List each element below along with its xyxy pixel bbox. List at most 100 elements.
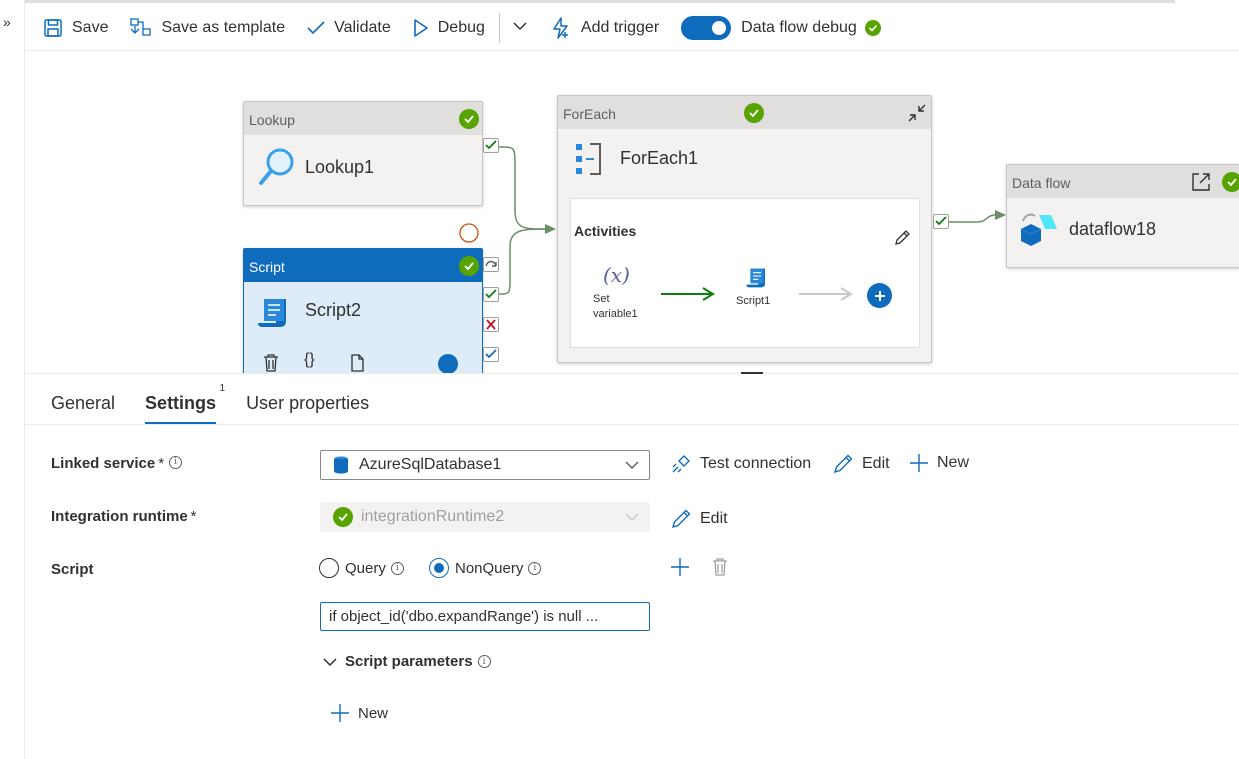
- script-scroll-icon: [746, 268, 765, 288]
- expand-rail-button[interactable]: »: [3, 14, 11, 30]
- set-variable-icon: (x): [603, 263, 630, 287]
- lookup-activity[interactable]: Lookup Lookup1: [243, 101, 483, 206]
- script-parameters-toggle[interactable]: Script parameters i: [322, 653, 491, 670]
- chevron-down-icon: [323, 657, 337, 666]
- copy-icon[interactable]: [348, 353, 366, 373]
- add-trigger-label: Add trigger: [580, 18, 660, 36]
- tab-general-label: General: [51, 393, 116, 413]
- dataflow-debug-toggle[interactable]: [681, 15, 732, 40]
- foreach-success-icon: [744, 103, 764, 123]
- test-connection-button[interactable]: Test connection: [670, 453, 811, 475]
- dataflow-header: Data flow: [1007, 165, 1239, 198]
- validate-button[interactable]: Validate: [307, 12, 391, 44]
- code-braces-icon[interactable]: {}: [304, 351, 315, 369]
- info-icon[interactable]: i: [477, 655, 491, 668]
- dataflow-success-icon: [1222, 172, 1239, 192]
- pencil-icon: [833, 454, 853, 474]
- validate-label: Validate: [334, 18, 391, 36]
- dataflow-name: dataflow18: [1069, 219, 1157, 239]
- script-parameters-label: Script parameters: [345, 653, 473, 670]
- save-as-template-label: Save as template: [161, 18, 286, 36]
- new-parameter-button[interactable]: New: [330, 703, 388, 723]
- tab-settings-badge: 1: [219, 383, 226, 394]
- save-button[interactable]: Save: [43, 12, 108, 44]
- integration-runtime-value: integrationRuntime2: [361, 508, 505, 525]
- script-type-label: Script: [249, 259, 285, 275]
- info-icon[interactable]: i: [169, 455, 183, 469]
- script-label: Script: [51, 561, 94, 578]
- debug-label: Debug: [437, 18, 485, 36]
- open-external-icon[interactable]: [1190, 171, 1212, 193]
- script-skip-port[interactable]: [483, 257, 499, 272]
- test-connection-label: Test connection: [700, 455, 812, 472]
- foreach-type-label: ForEach: [563, 106, 616, 122]
- foreach-activity[interactable]: ForEach ForEach1 Activities (x) Set vari…: [557, 95, 932, 363]
- runtime-ok-icon: [333, 507, 353, 527]
- add-trigger-button[interactable]: Add trigger: [550, 12, 659, 44]
- nonquery-label: NonQuery: [455, 559, 524, 577]
- inner-script-label: Script1: [736, 295, 771, 307]
- tab-user-properties[interactable]: User properties: [246, 393, 369, 424]
- script-completion-port[interactable]: [483, 347, 499, 362]
- foreach-activities-panel[interactable]: Activities (x) Set variable1 Script1: [570, 198, 920, 348]
- toolbar-divider: [498, 12, 500, 43]
- integration-runtime-label-text: Integration runtime: [51, 508, 188, 525]
- required-marker: *: [190, 508, 197, 525]
- pipeline-toolbar: Save Save as template Validate Debug Add…: [25, 5, 1239, 51]
- script-success-icon: [459, 256, 479, 276]
- delete-script-icon[interactable]: [711, 557, 729, 577]
- linked-service-select[interactable]: AzureSqlDatabase1: [320, 450, 650, 480]
- delete-icon[interactable]: [262, 353, 280, 373]
- add-activity-button[interactable]: [867, 283, 892, 308]
- properties-tabs: General Settings 1 User properties: [51, 383, 399, 424]
- dataflow-activity[interactable]: Data flow dataflow18: [1006, 164, 1239, 268]
- lookup-header: Lookup: [244, 102, 482, 135]
- script-label-text: Script: [51, 561, 94, 578]
- script-failure-port[interactable]: [483, 317, 499, 332]
- script-success-port[interactable]: [483, 287, 499, 302]
- sql-database-icon: [334, 456, 348, 474]
- tab-settings[interactable]: Settings 1: [145, 383, 225, 424]
- query-radio[interactable]: Query i: [319, 558, 404, 578]
- linked-service-value: AzureSqlDatabase1: [359, 456, 502, 473]
- script-scroll-icon: [258, 299, 286, 327]
- go-arrow-icon[interactable]: [438, 354, 458, 373]
- lookup-success-port[interactable]: [483, 138, 499, 153]
- tab-user-properties-label: User properties: [246, 393, 370, 413]
- tabs-divider: [25, 424, 1239, 425]
- edit-linked-service-button[interactable]: Edit: [832, 453, 890, 475]
- save-as-template-button[interactable]: Save as template: [130, 12, 285, 44]
- pencil-icon: [671, 509, 691, 529]
- edit-runtime-button[interactable]: Edit: [670, 508, 728, 530]
- nonquery-radio-circle: [429, 558, 449, 578]
- set-variable-label-line1: Set: [593, 293, 610, 305]
- linked-service-label: Linked service * i: [51, 455, 183, 472]
- debug-options-dropdown[interactable]: [512, 19, 528, 37]
- nonquery-radio[interactable]: NonQuery i: [429, 558, 542, 578]
- debug-status-ok-icon: [864, 19, 881, 36]
- lightning-icon: [553, 16, 568, 39]
- collapse-icon[interactable]: [907, 103, 927, 123]
- lookup-type-label: Lookup: [249, 112, 295, 128]
- info-icon[interactable]: i: [390, 561, 404, 575]
- plus-icon: [910, 454, 928, 472]
- edit-pencil-icon[interactable]: [893, 229, 911, 247]
- script-text-input[interactable]: if object_id('dbo.expandRange') is null …: [320, 602, 650, 631]
- plus-icon: [331, 704, 349, 722]
- foreach-success-port[interactable]: [933, 214, 949, 229]
- debug-button[interactable]: Debug: [413, 12, 485, 44]
- add-script-icon[interactable]: [670, 557, 690, 577]
- checkmark-icon: [307, 20, 325, 34]
- integration-runtime-label: Integration runtime *: [51, 508, 197, 525]
- info-icon[interactable]: i: [528, 561, 542, 575]
- tab-general[interactable]: General: [51, 393, 115, 424]
- activities-label: Activities: [574, 223, 637, 239]
- save-icon: [44, 18, 62, 37]
- new-linked-service-button[interactable]: New: [909, 453, 969, 473]
- pipeline-canvas[interactable]: Lookup Lookup1 Script Script2 {} ForEach…: [25, 51, 1239, 373]
- lookup-name: Lookup1: [305, 157, 375, 177]
- chevron-down-icon: [625, 461, 639, 469]
- panel-resize-handle[interactable]: [741, 372, 763, 374]
- script-activity[interactable]: Script Script2 {}: [243, 248, 483, 373]
- lookup-success-icon: [459, 109, 479, 129]
